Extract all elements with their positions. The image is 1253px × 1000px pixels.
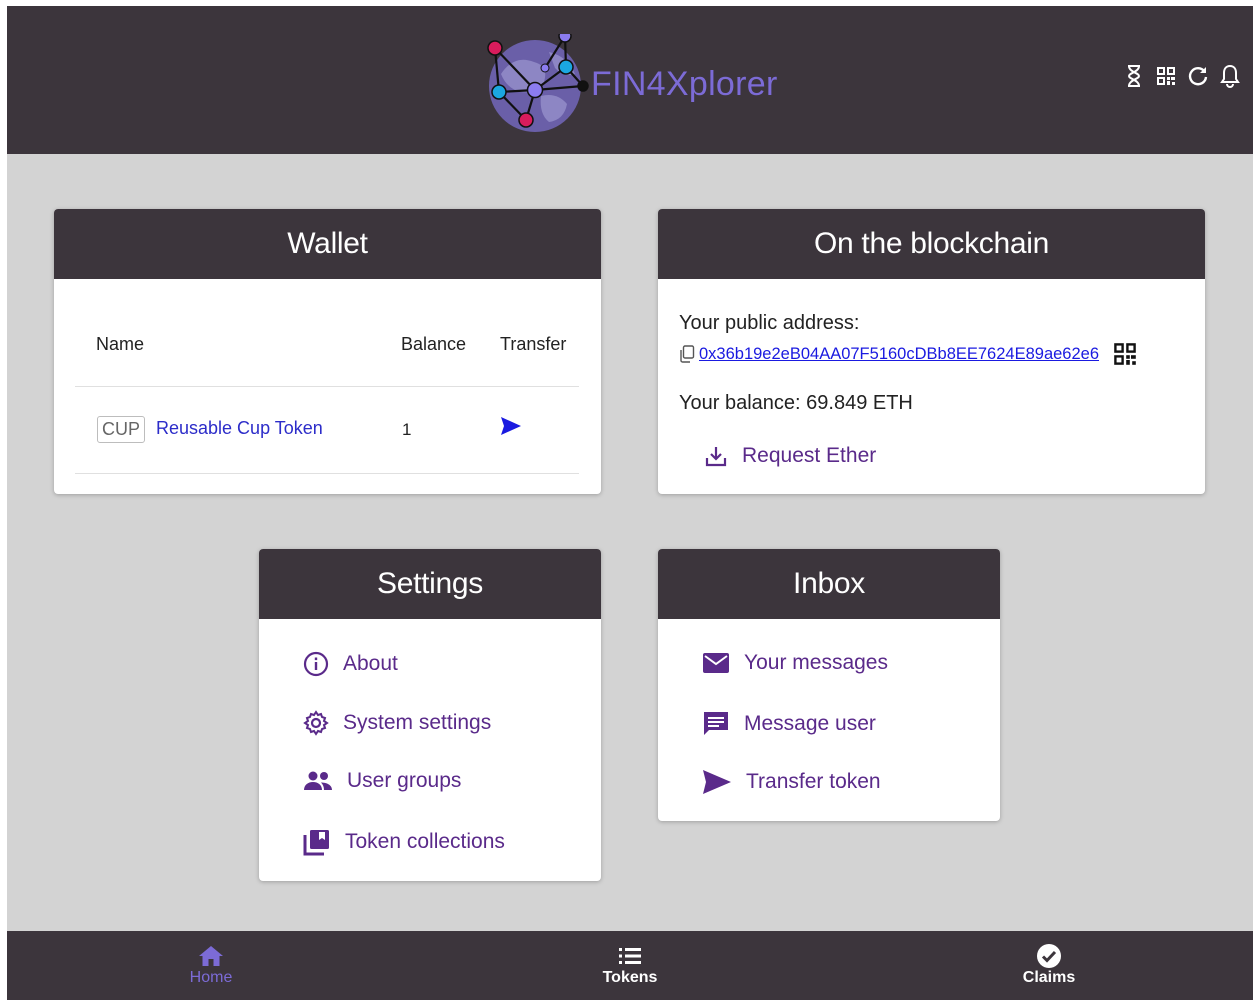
eth-balance: Your balance: 69.849 ETH — [679, 392, 913, 414]
settings-item-label: About — [343, 652, 398, 675]
send-icon — [703, 770, 731, 794]
nav-tab-label: Claims — [1022, 969, 1076, 986]
transfer-send-button[interactable] — [500, 416, 526, 440]
logo-globe-network-icon — [487, 34, 589, 132]
settings-card-title: Settings — [259, 549, 601, 619]
public-address-label: Your public address: — [679, 312, 860, 334]
table-header-row: Name Balance Transfer — [75, 309, 579, 387]
request-ether-label: Request Ether — [742, 444, 877, 467]
chat-icon — [704, 712, 728, 735]
settings-item-label: User groups — [347, 769, 462, 792]
info-icon — [303, 651, 329, 677]
token-symbol-badge: CUP — [97, 416, 146, 443]
settings-item-user-groups[interactable]: User groups — [303, 769, 461, 793]
blockchain-card: On the blockchain Your public address: 0… — [658, 209, 1205, 494]
blockchain-card-title: On the blockchain — [658, 209, 1205, 279]
request-ether-button[interactable]: Request Ether — [704, 444, 876, 468]
wallet-token-table: Name Balance Transfer CUP Reusable Cup T… — [75, 309, 579, 474]
settings-item-label: Token collections — [345, 830, 505, 853]
nav-tab-claims[interactable]: Claims — [989, 943, 1109, 987]
inbox-item-message-user[interactable]: Message user — [702, 710, 876, 738]
hourglass-icon[interactable] — [1123, 64, 1145, 88]
bell-icon[interactable] — [1219, 64, 1241, 88]
column-header-balance: Balance — [401, 334, 467, 354]
send-icon — [501, 417, 521, 435]
column-header-name: Name — [96, 334, 145, 354]
token-name-link[interactable]: Reusable Cup Token — [156, 418, 323, 439]
inbox-item-transfer-token[interactable]: Transfer token — [702, 769, 881, 795]
wallet-card: Wallet Name Balance Transfer CUP Reusabl… — [54, 209, 601, 494]
nav-tab-home[interactable]: Home — [151, 943, 271, 987]
bottom-navigation: Home Tokens Claims — [7, 931, 1253, 1000]
inbox-card: Inbox Your messages Message user Transfe… — [658, 549, 1000, 821]
brand[interactable]: FIN4Xplorer — [479, 34, 778, 132]
inbox-item-label: Transfer token — [746, 770, 881, 793]
column-header-transfer: Transfer — [500, 334, 567, 354]
settings-item-label: System settings — [343, 711, 492, 734]
download-icon — [705, 447, 727, 467]
people-icon — [304, 771, 332, 790]
nav-tab-tokens[interactable]: Tokens — [570, 943, 690, 987]
settings-item-about[interactable]: About — [303, 651, 398, 677]
table-row: CUP Reusable Cup Token 1 — [75, 387, 579, 474]
wallet-card-title: Wallet — [54, 209, 601, 279]
qr-code-icon[interactable] — [1113, 342, 1137, 366]
inbox-card-title: Inbox — [658, 549, 1000, 619]
refresh-icon[interactable] — [1187, 64, 1209, 88]
app-frame: FIN4Xplorer Wallet Name Balance Transfer — [7, 6, 1253, 1000]
gear-icon — [303, 710, 329, 736]
token-balance: 1 — [402, 420, 412, 439]
home-icon — [198, 943, 224, 969]
nav-tab-label: Home — [189, 969, 233, 986]
nav-tab-label: Tokens — [602, 969, 658, 986]
public-address-link[interactable]: 0x36b19e2eB04AA07F5160cDBb8EE7624E89ae62… — [699, 345, 1099, 364]
list-icon — [618, 943, 642, 969]
public-address-row: 0x36b19e2eB04AA07F5160cDBb8EE7624E89ae62… — [679, 342, 1189, 366]
envelope-icon — [703, 653, 729, 673]
settings-item-token-collections[interactable]: Token collections — [303, 828, 505, 856]
collections-icon — [303, 830, 329, 856]
top-app-bar: FIN4Xplorer — [7, 6, 1253, 154]
qr-code-icon[interactable] — [1155, 64, 1177, 88]
settings-card: Settings About System settings User grou… — [259, 549, 601, 881]
inbox-item-your-messages[interactable]: Your messages — [702, 651, 888, 675]
settings-item-system-settings[interactable]: System settings — [303, 710, 491, 736]
inbox-item-label: Your messages — [744, 651, 888, 674]
inbox-item-label: Message user — [744, 712, 876, 735]
check-circle-icon — [1036, 943, 1062, 969]
copy-icon[interactable] — [679, 345, 695, 363]
top-bar-actions — [1123, 64, 1241, 88]
app-title: FIN4Xplorer — [591, 64, 778, 103]
